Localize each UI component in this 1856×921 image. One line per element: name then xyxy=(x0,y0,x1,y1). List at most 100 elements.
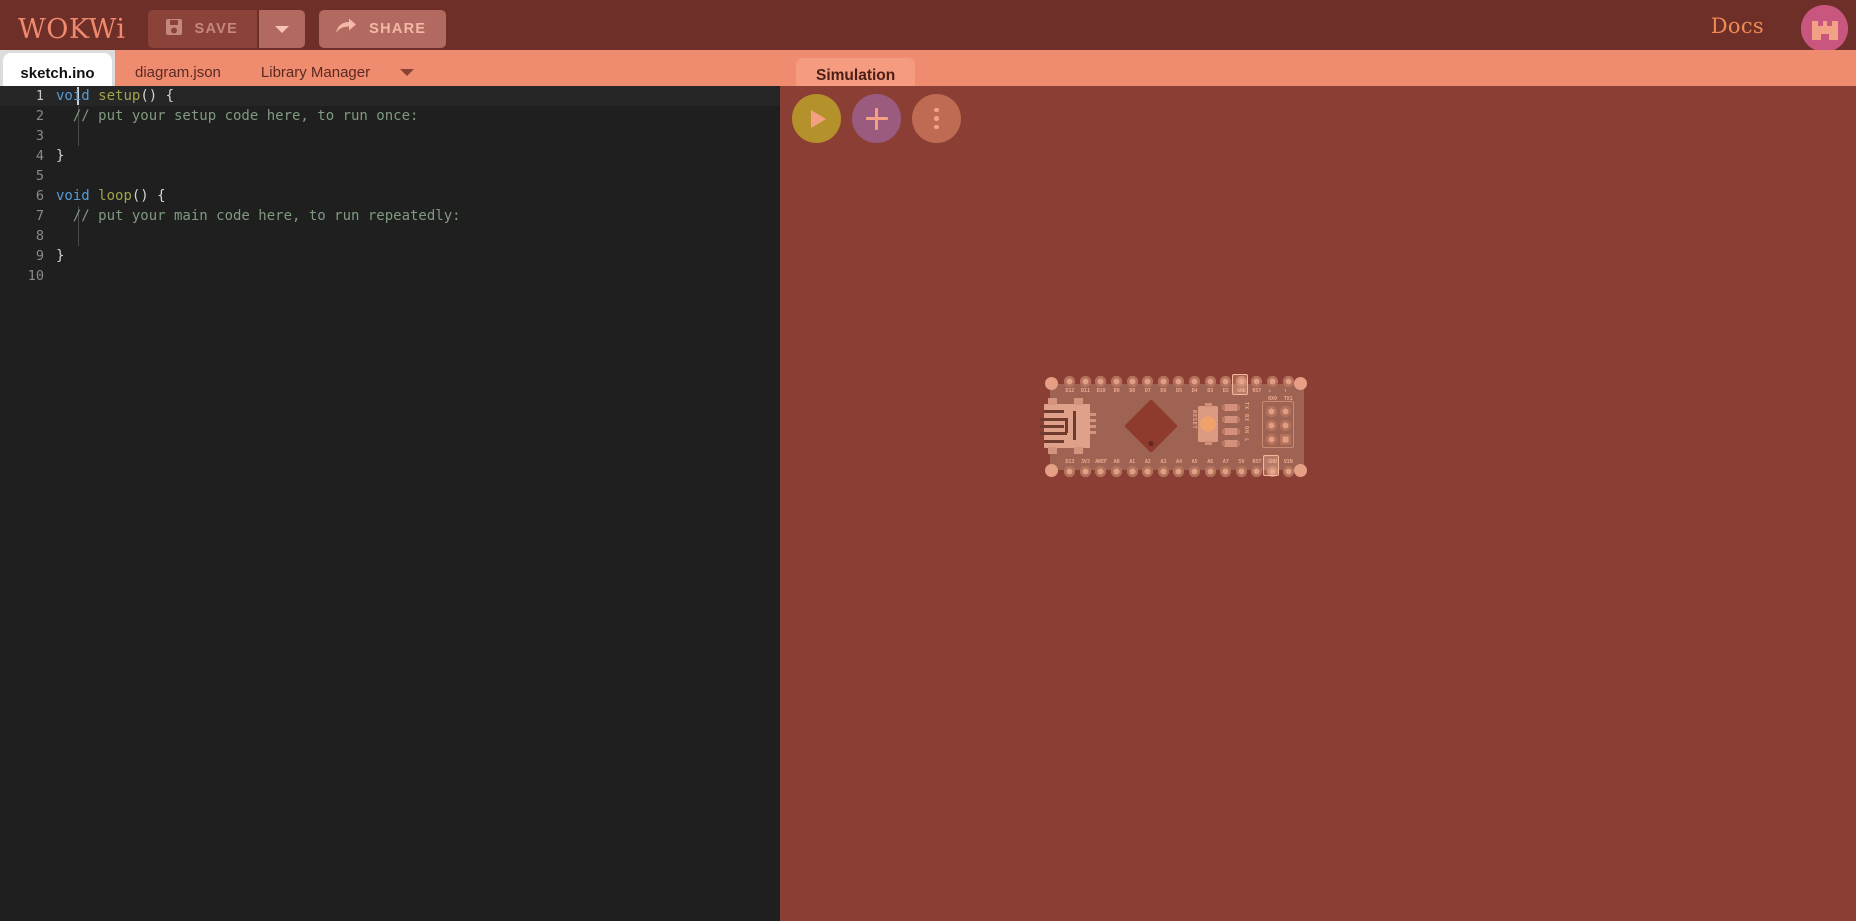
board-pin-a6[interactable]: A6 xyxy=(1202,458,1218,477)
code-line[interactable]: 3 xyxy=(0,126,780,146)
pin-label: A6 xyxy=(1207,459,1214,465)
board-pin-tx1[interactable]: ↑ TX1 xyxy=(1280,376,1296,403)
pin-label: A3 xyxy=(1160,459,1167,465)
board-pin-gnd[interactable]: GND xyxy=(1262,455,1281,477)
play-button[interactable] xyxy=(792,94,841,143)
bottom-pin-header[interactable]: D13 3V3 AREF A0 A1 A2 A3 A4 A5 A6 A7 5V RST GND VIN xyxy=(1062,455,1296,477)
board-pin-d3[interactable]: D3 xyxy=(1202,376,1218,403)
simulation-panel: D12 D11 D10 D9 D8 D7 D6 D5 D4 D3 D2 GND RST ↓ RX0 ↑ TX1 … xyxy=(780,86,1856,921)
board-pin-d13[interactable]: D13 xyxy=(1062,458,1078,477)
pin-label: RST xyxy=(1252,459,1262,465)
wokwi-logo[interactable]: WOKWi xyxy=(10,14,142,45)
reset-button[interactable] xyxy=(1198,403,1218,445)
chevron-down-icon xyxy=(400,68,415,76)
top-pin-header[interactable]: D12 D11 D10 D9 D8 D7 D6 D5 D4 D3 D2 GND RST ↓ RX0 ↑ TX1 xyxy=(1062,374,1296,403)
board-pin-d10[interactable]: D10 xyxy=(1093,376,1109,403)
pin-pad xyxy=(1111,466,1123,477)
pin-label: D2 xyxy=(1222,388,1229,394)
board-pin-d6[interactable]: D6 xyxy=(1156,376,1172,403)
board-pin-gnd[interactable]: GND xyxy=(1231,374,1250,403)
pin-label: 5V xyxy=(1238,459,1245,465)
code-token: // put your main code here, to run repea… xyxy=(56,208,461,224)
code-line[interactable]: 4} xyxy=(0,146,780,166)
pin-pad xyxy=(1251,466,1263,477)
code-text: } xyxy=(56,248,64,264)
code-line[interactable]: 10 xyxy=(0,266,780,286)
pin-label: A1 xyxy=(1129,459,1136,465)
chevron-down-icon xyxy=(275,25,290,33)
board-pin-vin[interactable]: VIN xyxy=(1280,458,1296,477)
line-number: 1 xyxy=(35,88,44,104)
pin-pad xyxy=(1220,376,1232,387)
share-label: SHARE xyxy=(369,21,427,37)
board-pin-d8[interactable]: D8 xyxy=(1124,376,1140,403)
avatar[interactable] xyxy=(1801,5,1848,52)
board-pin-a3[interactable]: A3 xyxy=(1156,458,1172,477)
code-token: () { xyxy=(131,188,166,204)
board-pin-aref[interactable]: AREF xyxy=(1093,458,1109,477)
save-button[interactable]: SAVE xyxy=(147,10,258,48)
arduino-nano-board[interactable]: D12 D11 D10 D9 D8 D7 D6 D5 D4 D3 D2 GND RST ↓ RX0 ↑ TX1 … xyxy=(1040,374,1310,480)
pin-pad xyxy=(1173,466,1185,477)
pin-pad xyxy=(1126,376,1138,387)
code-line[interactable]: 7 // put your main code here, to run rep… xyxy=(0,206,780,226)
board-pin-d4[interactable]: D4 xyxy=(1187,376,1203,403)
icsp-header[interactable] xyxy=(1262,401,1294,448)
add-part-button[interactable] xyxy=(852,94,901,143)
play-icon xyxy=(811,109,826,128)
board-pin-a7[interactable]: A7 xyxy=(1218,458,1234,477)
led-label-l: L xyxy=(1243,438,1249,442)
code-line[interactable]: 5 xyxy=(0,166,780,186)
code-line[interactable]: 2 // put your setup code here, to run on… xyxy=(0,106,780,126)
board-pin-rst[interactable]: RST xyxy=(1249,376,1265,403)
board-pin-rx0[interactable]: ↓ RX0 xyxy=(1265,376,1281,403)
plus-icon xyxy=(865,107,888,130)
board-pin-d7[interactable]: D7 xyxy=(1140,376,1156,403)
line-number: 8 xyxy=(35,228,44,244)
pin-pad xyxy=(1189,466,1201,477)
board-pin-a5[interactable]: A5 xyxy=(1187,458,1203,477)
board-pin-5v[interactable]: 5V xyxy=(1234,458,1250,477)
floppy-disk-icon xyxy=(164,17,184,41)
simulation-controls xyxy=(792,94,961,143)
code-token: () { xyxy=(140,88,175,104)
led-label-on: ON xyxy=(1243,426,1249,434)
line-number: 4 xyxy=(35,148,44,164)
save-options-button[interactable] xyxy=(259,10,306,48)
code-token: void xyxy=(56,188,99,204)
code-editor[interactable]: 1 void setup() {2 // put your setup code … xyxy=(0,86,780,921)
reset-label: RESET xyxy=(1191,410,1197,430)
pin-pad xyxy=(1126,466,1138,477)
save-label: SAVE xyxy=(194,21,239,37)
board-pin-d9[interactable]: D9 xyxy=(1109,376,1125,403)
code-text: } xyxy=(56,148,64,164)
code-text: // put your setup code here, to run once… xyxy=(56,108,419,124)
line-number: 5 xyxy=(35,168,44,184)
pin-pad xyxy=(1111,376,1123,387)
line-number: 6 xyxy=(35,188,44,204)
pin-label: A4 xyxy=(1176,459,1182,465)
code-line[interactable]: 8 xyxy=(0,226,780,246)
pin-pad xyxy=(1095,466,1107,477)
board-pin-a4[interactable]: A4 xyxy=(1171,458,1187,477)
board-pin-a0[interactable]: A0 xyxy=(1109,458,1125,477)
share-button[interactable]: SHARE xyxy=(319,10,447,48)
board-pin-a2[interactable]: A2 xyxy=(1140,458,1156,477)
code-token: } xyxy=(56,148,65,164)
docs-link[interactable]: Docs xyxy=(1711,14,1764,38)
board-pin-d5[interactable]: D5 xyxy=(1171,376,1187,403)
pin-label: A0 xyxy=(1113,459,1120,465)
board-pin-a1[interactable]: A1 xyxy=(1124,458,1140,477)
code-line[interactable]: 6 void loop() { xyxy=(0,186,780,206)
pin-label: D10 xyxy=(1096,388,1106,394)
indent-guide xyxy=(78,126,79,146)
pin-pad xyxy=(1189,376,1201,387)
code-token: // put your setup code here, to run once… xyxy=(56,108,419,124)
board-pin-3v3[interactable]: 3V3 xyxy=(1078,458,1094,477)
code-line[interactable]: 9} xyxy=(0,246,780,266)
code-line[interactable]: 1 void setup() { xyxy=(0,86,780,106)
more-menu-button[interactable] xyxy=(912,94,961,143)
line-number: 2 xyxy=(35,108,44,124)
pin-pad xyxy=(1157,376,1169,387)
led-rx xyxy=(1222,416,1240,423)
